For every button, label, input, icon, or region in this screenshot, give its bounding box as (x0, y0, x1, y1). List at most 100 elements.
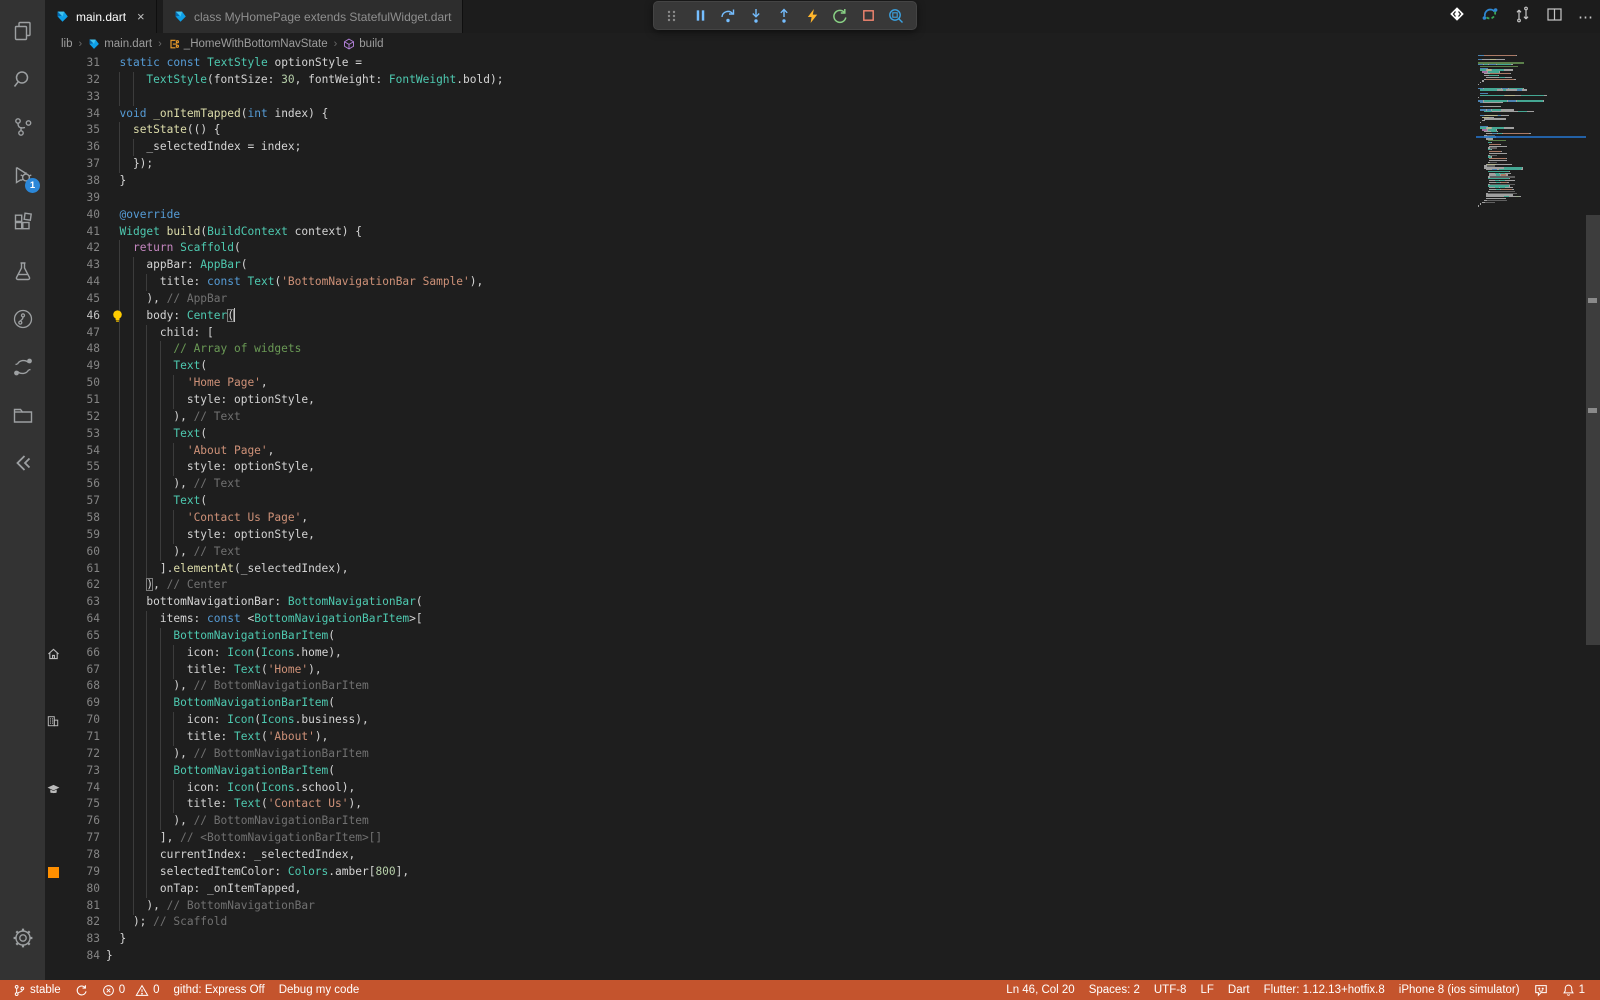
code-line[interactable]: 77 ], // <BottomNavigationBarItem>[] (45, 830, 1600, 848)
code-line[interactable]: 72 ), // BottomNavigationBarItem (45, 745, 1600, 763)
line-number[interactable]: 48 (62, 341, 100, 358)
debug-my-code-status[interactable]: Debug my code (272, 980, 367, 1000)
line-number[interactable]: 51 (62, 392, 100, 409)
code-line[interactable]: 64 items: const <BottomNavigationBarItem… (45, 611, 1600, 629)
line-number[interactable]: 77 (62, 830, 100, 847)
scrollbar-thumb[interactable] (1586, 215, 1600, 645)
split-editor-icon[interactable] (1546, 6, 1563, 28)
code-line[interactable]: 76 ), // BottomNavigationBarItem (45, 813, 1600, 831)
code-editor[interactable]: 31 static const TextStyle optionStyle = 3… (45, 55, 1600, 980)
search-icon[interactable] (0, 56, 45, 101)
line-number[interactable]: 41 (62, 224, 100, 241)
code-line[interactable]: 41 Widget build(BuildContext context) { (45, 224, 1600, 241)
code-line[interactable]: 83 } (45, 931, 1600, 948)
line-number[interactable]: 32 (62, 72, 100, 89)
code-line[interactable]: 51 style: optionStyle, (45, 392, 1600, 409)
notifications-bell[interactable]: 1 (1555, 980, 1592, 1000)
line-number[interactable]: 31 (62, 55, 100, 72)
device-selector[interactable]: iPhone 8 (ios simulator) (1392, 980, 1527, 1000)
code-line[interactable]: 74 icon: Icon(Icons.school), (45, 779, 1600, 797)
code-line[interactable]: 45 ), // AppBar (45, 290, 1600, 308)
breadcrumb-main-dart[interactable]: main.dart (88, 38, 152, 50)
line-number[interactable]: 53 (62, 426, 100, 443)
code-line[interactable]: 79 selectedItemColor: Colors.amber[800], (45, 863, 1600, 881)
eol-sequence[interactable]: LF (1193, 980, 1220, 1000)
line-number[interactable]: 38 (62, 173, 100, 190)
githd-status[interactable]: githd: Express Off (167, 980, 272, 1000)
code-line[interactable]: 63 bottomNavigationBar: BottomNavigation… (45, 594, 1600, 612)
breadcrumb-lib[interactable]: lib (61, 38, 73, 50)
line-number[interactable]: 43 (62, 257, 100, 274)
line-number[interactable]: 80 (62, 881, 100, 898)
line-number[interactable]: 58 (62, 510, 100, 527)
step-over-button[interactable] (714, 3, 742, 29)
tab-main-dart[interactable]: main.dart × (45, 0, 157, 33)
feedback-smiley-icon[interactable] (1527, 980, 1555, 1000)
code-line[interactable]: 66 icon: Icon(Icons.home), (45, 644, 1600, 662)
line-number[interactable]: 49 (62, 358, 100, 375)
code-line[interactable]: 55 style: optionStyle, (45, 459, 1600, 477)
code-line[interactable]: 75 title: Text('Contact Us'), (45, 796, 1600, 814)
git-history-icon[interactable] (0, 296, 45, 341)
code-line[interactable]: 70 icon: Icon(Icons.business), (45, 712, 1600, 730)
problems-status[interactable]: 0 0 (95, 980, 167, 1000)
hot-reload-bolt-icon[interactable] (798, 3, 826, 29)
line-number[interactable]: 67 (62, 662, 100, 679)
stop-button[interactable] (854, 3, 882, 29)
line-number[interactable]: 78 (62, 847, 100, 864)
line-number[interactable]: 45 (62, 291, 100, 308)
line-number[interactable]: 54 (62, 443, 100, 460)
code-line[interactable]: 81 ), // BottomNavigationBar (45, 897, 1600, 915)
line-number[interactable]: 84 (62, 948, 100, 965)
test-beaker-icon[interactable] (0, 248, 45, 293)
line-number[interactable]: 69 (62, 695, 100, 712)
code-line[interactable]: 50 'Home Page', (45, 375, 1600, 393)
code-line[interactable]: 37 }); (45, 156, 1600, 174)
code-line[interactable]: 33 (45, 88, 1600, 106)
extensions-icon[interactable] (0, 200, 45, 245)
line-number[interactable]: 44 (62, 274, 100, 291)
cursor-position[interactable]: Ln 46, Col 20 (999, 980, 1081, 1000)
sync-status[interactable] (68, 980, 95, 1000)
line-number[interactable]: 46 (62, 308, 100, 325)
code-line[interactable]: 78 currentIndex: _selectedIndex, (45, 846, 1600, 864)
more-actions-icon[interactable]: ⋯ (1578, 8, 1594, 26)
code-line[interactable]: 48 // Array of widgets (45, 341, 1600, 359)
code-line[interactable]: 34 void _onItemTapped(int index) { (45, 106, 1600, 123)
lightbulb-icon[interactable] (111, 309, 124, 328)
code-line[interactable]: 80 onTap: _onItemTapped, (45, 880, 1600, 898)
code-line[interactable]: 53 Text( (45, 425, 1600, 443)
code-line[interactable]: 58 'Contact Us Page', (45, 509, 1600, 527)
project-folder-icon[interactable] (0, 392, 45, 437)
branch-status[interactable]: stable (6, 980, 68, 1000)
line-number[interactable]: 33 (62, 89, 100, 106)
code-line[interactable]: 56 ), // Text (45, 476, 1600, 494)
line-number[interactable]: 65 (62, 628, 100, 645)
restart-button[interactable] (826, 3, 854, 29)
line-number[interactable]: 73 (62, 763, 100, 780)
encoding[interactable]: UTF-8 (1147, 980, 1194, 1000)
code-line[interactable]: 57 Text( (45, 493, 1600, 511)
explorer-icon[interactable] (0, 8, 45, 53)
code-line[interactable]: 49 Text( (45, 358, 1600, 376)
code-line[interactable]: 67 title: Text('Home'), (45, 661, 1600, 679)
code-line[interactable]: 52 ), // Text (45, 408, 1600, 426)
line-number[interactable]: 50 (62, 375, 100, 392)
code-line[interactable]: 73 BottomNavigationBarItem( (45, 762, 1600, 780)
code-line[interactable]: 60 ), // Text (45, 543, 1600, 561)
code-line[interactable]: 84} (45, 948, 1600, 965)
sync-changes-icon[interactable] (1514, 6, 1531, 28)
code-line[interactable]: 39 (45, 190, 1600, 207)
code-line[interactable]: 36 _selectedIndex = index; (45, 139, 1600, 157)
line-number[interactable]: 60 (62, 544, 100, 561)
line-number[interactable]: 62 (62, 577, 100, 594)
line-number[interactable]: 72 (62, 746, 100, 763)
indentation[interactable]: Spaces: 2 (1082, 980, 1147, 1000)
line-number[interactable]: 56 (62, 476, 100, 493)
breadcrumb-method-build[interactable]: build (343, 38, 384, 50)
line-number[interactable]: 79 (62, 864, 100, 881)
line-number[interactable]: 70 (62, 712, 100, 729)
code-line[interactable]: 46 body: Center( (45, 307, 1600, 328)
line-number[interactable]: 40 (62, 207, 100, 224)
flutter-version[interactable]: Flutter: 1.12.13+hotfix.8 (1257, 980, 1392, 1000)
